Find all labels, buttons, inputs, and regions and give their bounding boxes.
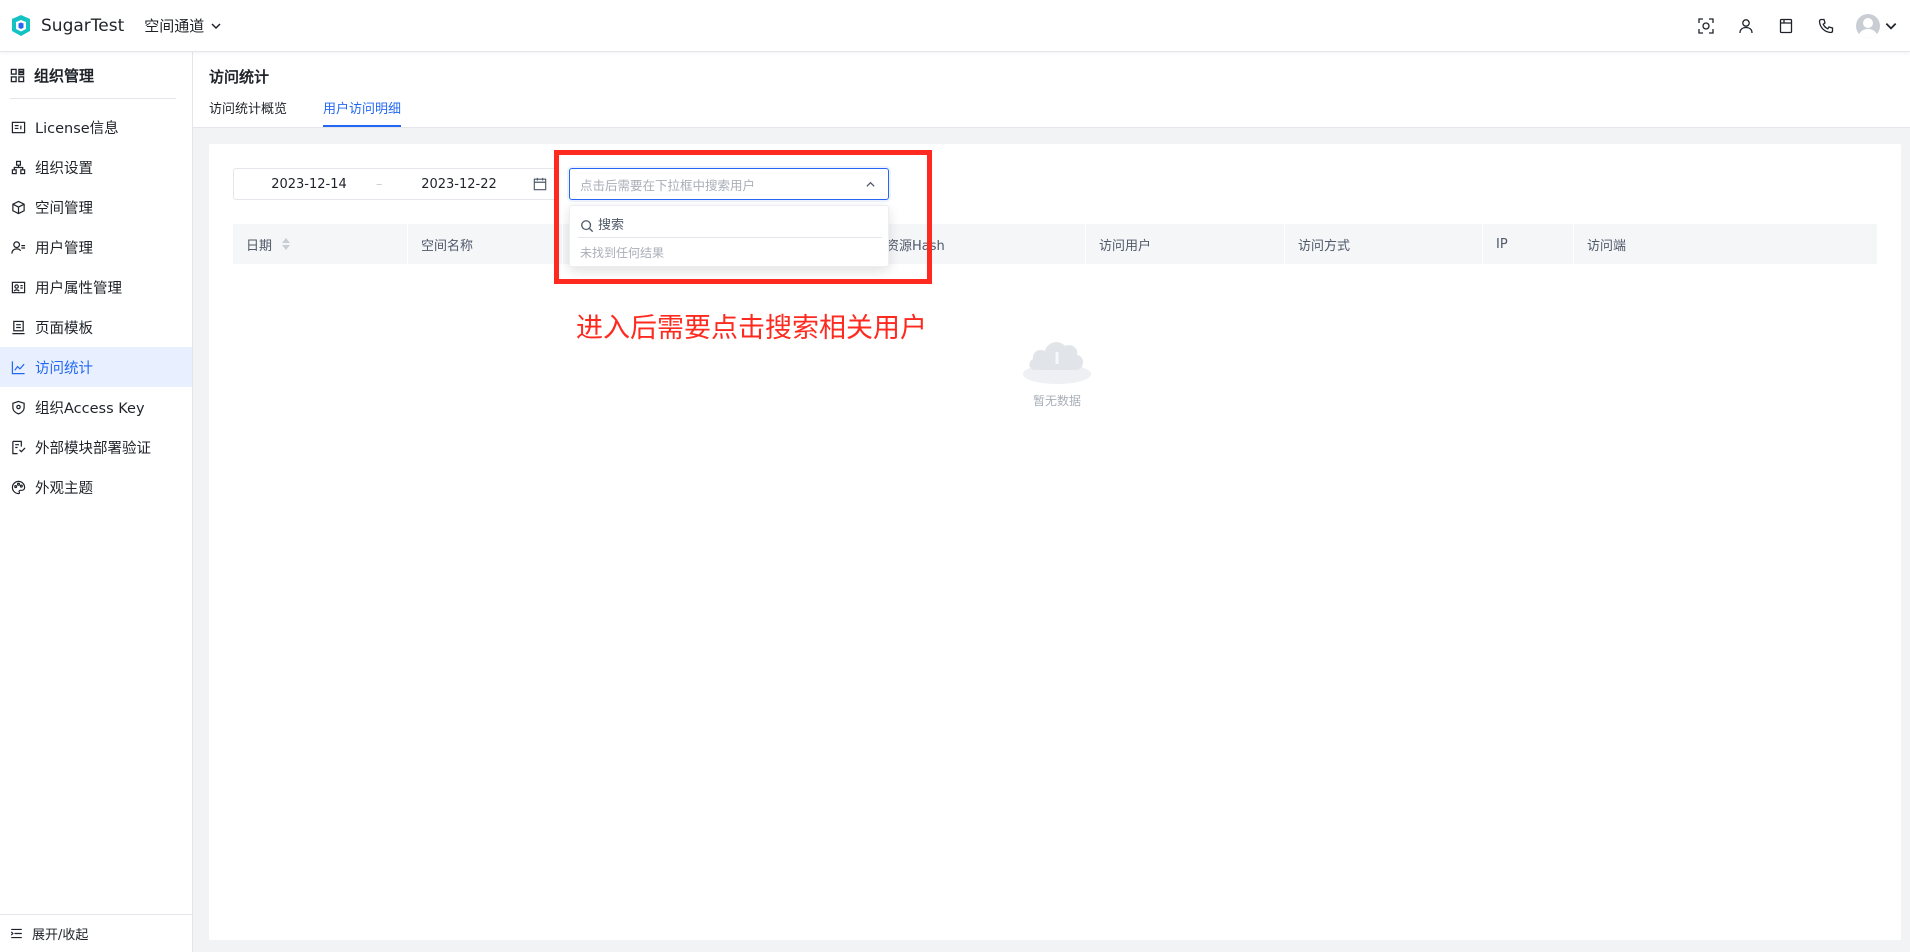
sidebar-item-label: 用户管理 [35, 240, 93, 257]
dropdown-search-input[interactable] [598, 218, 868, 233]
sidebar-item-user-attr[interactable]: 用户属性管理 [0, 267, 192, 307]
dropdown-empty-text: 未找到任何结果 [580, 246, 665, 260]
sidebar-item-space-manage[interactable]: 空间管理 [0, 187, 192, 227]
avatar-icon [1856, 14, 1880, 38]
org-tree-icon [11, 160, 25, 174]
palette-icon [11, 480, 25, 494]
module-icon [11, 440, 25, 454]
sidebar-item-access-key[interactable]: 组织Access Key [0, 387, 192, 427]
col-label: 空间名称 [421, 238, 474, 254]
sidebar: 组织管理 License信息 组织设置 空间管理 用户管理 用户属性管理 页面模… [0, 52, 193, 952]
sidebar-item-org-settings[interactable]: 组织设置 [0, 147, 192, 187]
org-manage-icon [10, 68, 25, 82]
col-resource-hash: 资源Hash [873, 224, 1086, 264]
sidebar-item-label: 外部模块部署验证 [35, 440, 151, 457]
col-visit-user: 访问用户 [1086, 224, 1285, 264]
document-icon [1779, 18, 1793, 34]
brand-name: SugarTest [41, 15, 125, 36]
user-icon [1739, 19, 1753, 34]
chevron-down-icon [1885, 23, 1897, 30]
page-header: 访问统计 访问统计概览 用户访问明细 [193, 52, 1910, 128]
shield-icon [11, 400, 25, 415]
sidebar-item-label: 空间管理 [35, 200, 93, 217]
table-header: 日期 空间名称 资源Hash 访问用户 访问方式 IP 访问端 [233, 224, 1877, 264]
chevron-down-icon [211, 22, 221, 29]
document-button[interactable] [1766, 6, 1806, 46]
empty-text: 暂无数据 [1032, 394, 1081, 408]
space-switcher[interactable]: 空间通道 [144, 15, 222, 36]
search-icon [581, 219, 594, 232]
col-label: 访问用户 [1099, 238, 1152, 254]
page-title: 访问统计 [209, 68, 270, 86]
sidebar-collapse-toggle[interactable]: 展开/收起 [0, 914, 192, 952]
sidebar-item-label: 组织设置 [35, 160, 93, 177]
col-label: 日期 [246, 238, 273, 254]
col-label: 访问端 [1587, 238, 1627, 254]
license-icon [11, 121, 25, 133]
user-manage-icon [10, 240, 25, 254]
content-card: 2023-12-14 – 2023-12-22 点击后需要在下拉框中搜索用户 未… [209, 144, 1901, 940]
sidebar-item-theme[interactable]: 外观主题 [0, 467, 192, 507]
date-range-picker[interactable]: 2023-12-14 – 2023-12-22 [233, 168, 556, 200]
date-end[interactable]: 2023-12-22 [384, 177, 534, 192]
cube-icon [11, 200, 25, 214]
sidebar-item-label: 用户属性管理 [35, 280, 122, 297]
sidebar-title: 组织管理 [10, 52, 176, 99]
sort-icon[interactable] [282, 238, 291, 250]
sidebar-item-label: License信息 [35, 120, 119, 137]
sugar-logo-icon [12, 14, 30, 36]
empty-cloud-icon [1023, 342, 1091, 384]
col-ip: IP [1483, 224, 1574, 264]
user-attr-icon [11, 281, 25, 293]
tab-user-detail[interactable]: 用户访问明细 [323, 98, 402, 127]
user-select-placeholder: 点击后需要在下拉框中搜索用户 [580, 177, 756, 193]
phone-icon [1818, 18, 1834, 34]
user-avatar-menu[interactable] [1856, 14, 1898, 38]
sidebar-item-label: 访问统计 [35, 360, 93, 377]
empty-state: 暂无数据 [1017, 330, 1097, 409]
chevron-up-icon [866, 181, 875, 187]
col-date[interactable]: 日期 [233, 224, 408, 264]
user-button[interactable] [1726, 6, 1766, 46]
user-select-dropdown: 未找到任何结果 [569, 205, 889, 267]
tab-bar: 访问统计概览 用户访问明细 [209, 98, 437, 127]
date-start[interactable]: 2023-12-14 [234, 177, 384, 192]
col-visit-client: 访问端 [1574, 224, 1737, 264]
sidebar-footer-label: 展开/收起 [32, 928, 89, 943]
tab-overview[interactable]: 访问统计概览 [209, 98, 287, 127]
space-name: 空间通道 [144, 17, 205, 35]
col-label: 访问方式 [1298, 238, 1351, 254]
sidebar-item-label: 页面模板 [35, 320, 93, 337]
collapse-menu-icon [10, 928, 22, 939]
sidebar-item-license[interactable]: License信息 [0, 107, 192, 147]
logo[interactable]: SugarTest [9, 14, 124, 38]
col-label: IP [1496, 236, 1508, 252]
col-space-name: 空间名称 [408, 224, 563, 264]
phone-button[interactable] [1806, 6, 1846, 46]
sidebar-item-label: 组织Access Key [35, 400, 145, 417]
sidebar-item-user-manage[interactable]: 用户管理 [0, 227, 192, 267]
sidebar-item-label: 外观主题 [35, 480, 93, 497]
top-header: SugarTest 空间通道 [0, 0, 1910, 52]
sidebar-item-module-verify[interactable]: 外部模块部署验证 [0, 427, 192, 467]
sidebar-item-page-template[interactable]: 页面模板 [0, 307, 192, 347]
annotation-text: 进入后需要点击搜索相关用户 [576, 313, 927, 344]
sidebar-item-visit-stats[interactable]: 访问统计 [0, 347, 192, 387]
sidebar-menu: License信息 组织设置 空间管理 用户管理 用户属性管理 页面模板 访问统… [0, 107, 192, 507]
user-select[interactable]: 点击后需要在下拉框中搜索用户 [569, 168, 889, 200]
scan-button[interactable] [1686, 6, 1726, 46]
dropdown-search [578, 214, 882, 238]
template-icon [11, 320, 25, 334]
chart-line-icon [11, 360, 25, 374]
calendar-icon [533, 177, 547, 191]
col-visit-method: 访问方式 [1285, 224, 1483, 264]
sidebar-title-text: 组织管理 [34, 66, 95, 85]
scan-icon [1698, 18, 1714, 34]
col-label: 资源Hash [886, 238, 945, 254]
